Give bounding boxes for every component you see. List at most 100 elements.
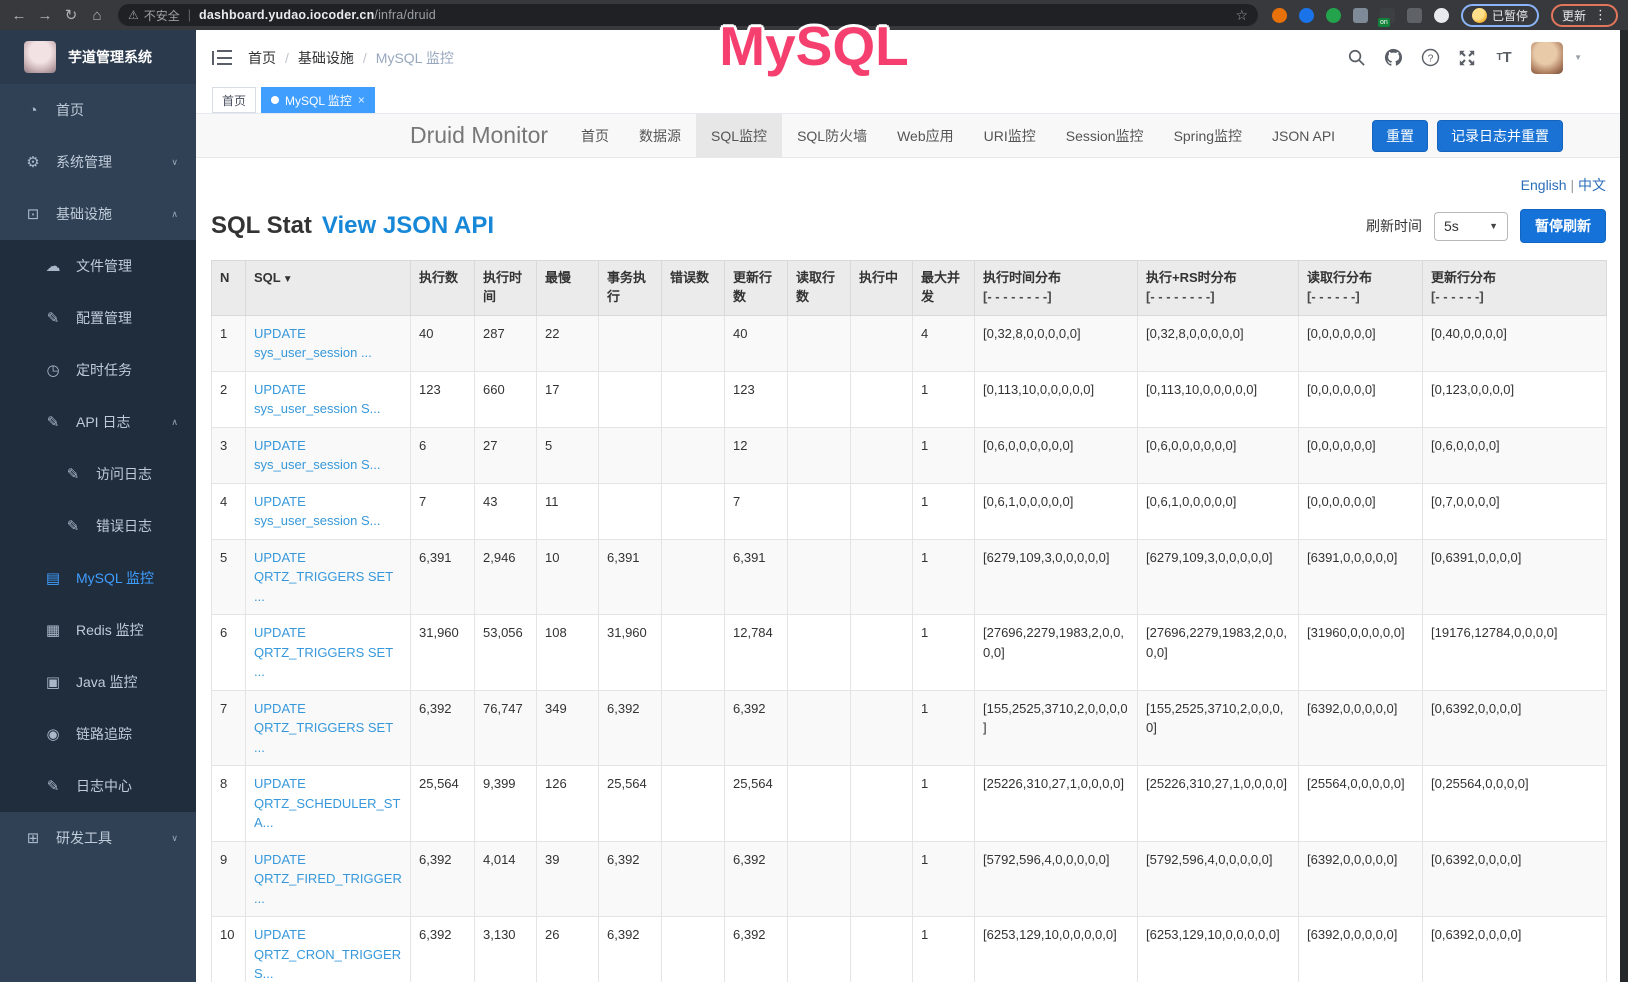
column-header-14[interactable]: 更新行分布[- - - - - -] — [1423, 261, 1607, 316]
sql-link[interactable]: UPDATE sys_user_session S... — [254, 382, 380, 417]
view-json-api-link[interactable]: View JSON API — [322, 212, 494, 240]
sidebar-item-11[interactable]: ▣Java 监控 — [0, 656, 196, 708]
cell: UPDATE QRTZ_FIRED_TRIGGER... — [246, 841, 411, 917]
help-icon[interactable]: ? — [1420, 48, 1440, 68]
column-header-3[interactable]: 执行时间 — [475, 261, 537, 316]
cell — [788, 917, 851, 982]
sidebar-item-10[interactable]: ▦Redis 监控 — [0, 604, 196, 656]
druid-nav-item-0[interactable]: 首页 — [566, 114, 624, 157]
column-header-0[interactable]: N — [212, 261, 246, 316]
column-header-8[interactable]: 读取行数 — [788, 261, 851, 316]
cell: 1 — [913, 427, 975, 483]
browser-home-icon[interactable]: ⌂ — [84, 7, 110, 24]
chrome-menu-icon[interactable]: ⋮ — [1594, 7, 1607, 23]
sql-link[interactable]: UPDATE QRTZ_SCHEDULER_STA... — [254, 776, 400, 830]
sql-link[interactable]: UPDATE QRTZ_CRON_TRIGGERS... — [254, 927, 401, 981]
sql-link[interactable]: UPDATE sys_user_session S... — [254, 494, 380, 529]
sidebar-item-4[interactable]: ✎配置管理 — [0, 292, 196, 344]
tab-1[interactable]: MySQL 监控× — [261, 87, 375, 113]
sidebar-item-7[interactable]: ✎访问日志 — [0, 448, 196, 500]
browser-back-icon[interactable]: ← — [6, 7, 32, 24]
column-header-13[interactable]: 读取行分布[- - - - - -] — [1299, 261, 1423, 316]
lang-english-link[interactable]: English — [1521, 177, 1567, 193]
druid-button-0[interactable]: 重置 — [1372, 120, 1428, 152]
druid-nav-item-1[interactable]: 数据源 — [624, 114, 696, 157]
pause-refresh-button[interactable]: 暂停刷新 — [1520, 209, 1606, 243]
column-header-5[interactable]: 事务执行 — [599, 261, 662, 316]
druid-nav-item-7[interactable]: Spring监控 — [1159, 114, 1257, 157]
cell: 1 — [913, 483, 975, 539]
browser-forward-icon[interactable]: → — [32, 7, 58, 24]
sidebar-item-9[interactable]: ▤MySQL 监控 — [0, 552, 196, 604]
druid-nav-item-2[interactable]: SQL监控 — [696, 114, 782, 157]
column-header-12[interactable]: 执行+RS时分布[- - - - - - - -] — [1138, 261, 1299, 316]
cell — [788, 371, 851, 427]
sql-link[interactable]: UPDATE QRTZ_TRIGGERS SET ... — [254, 625, 393, 679]
address-bar[interactable]: ⚠ 不安全 | dashboard.yudao.iocoder.cn/infra… — [118, 4, 1258, 26]
sidebar-item-5[interactable]: ◷定时任务 — [0, 344, 196, 396]
user-avatar[interactable] — [1531, 42, 1563, 74]
extension-pin-icon[interactable] — [1299, 8, 1314, 23]
sql-link[interactable]: UPDATE QRTZ_TRIGGERS SET ... — [254, 701, 393, 755]
search-icon[interactable] — [1346, 48, 1366, 68]
druid-nav-item-4[interactable]: Web应用 — [882, 114, 969, 157]
druid-nav-item-8[interactable]: JSON API — [1257, 114, 1350, 157]
sidebar-item-12[interactable]: ◉链路追踪 — [0, 708, 196, 760]
cell: 1 — [913, 539, 975, 615]
sidebar-item-1[interactable]: ⚙系统管理∨ — [0, 136, 196, 188]
druid-nav-item-3[interactable]: SQL防火墙 — [782, 114, 882, 157]
bookmark-star-icon[interactable]: ☆ — [1235, 7, 1248, 24]
lang-chinese-link[interactable]: 中文 — [1578, 177, 1606, 193]
github-icon[interactable] — [1383, 48, 1403, 68]
fullscreen-icon[interactable] — [1457, 48, 1477, 68]
column-header-6[interactable]: 错误数 — [662, 261, 725, 316]
druid-nav-item-6[interactable]: Session监控 — [1051, 114, 1159, 157]
sidebar-item-0[interactable]: ◔首页 — [0, 84, 196, 136]
refresh-interval-select[interactable]: 5s ▼ — [1434, 212, 1508, 241]
cell: 12 — [725, 427, 788, 483]
sidebar-item-13[interactable]: ✎日志中心 — [0, 760, 196, 812]
druid-button-1[interactable]: 记录日志并重置 — [1437, 120, 1563, 152]
tab-close-icon[interactable]: × — [358, 94, 365, 106]
sql-link[interactable]: UPDATE sys_user_session ... — [254, 326, 372, 361]
extension-leaf-icon[interactable] — [1407, 8, 1422, 23]
extension-squares-icon[interactable] — [1353, 8, 1368, 23]
druid-nav-item-5[interactable]: URI监控 — [969, 114, 1051, 157]
cell — [662, 690, 725, 766]
sql-link[interactable]: UPDATE QRTZ_FIRED_TRIGGER... — [254, 852, 402, 906]
druid-brand[interactable]: Druid Monitor — [410, 122, 566, 149]
cell: 4 — [913, 315, 975, 371]
breadcrumb-item[interactable]: 首页 — [248, 48, 276, 68]
extension-on-icon[interactable]: on — [1380, 8, 1395, 23]
column-label: 最大并发 — [921, 270, 960, 304]
sql-link[interactable]: UPDATE sys_user_session S... — [254, 438, 380, 473]
column-header-9[interactable]: 执行中 — [851, 261, 913, 316]
breadcrumb-item[interactable]: 基础设施 — [298, 48, 354, 68]
sidebar-item-14[interactable]: ⊞研发工具∨ — [0, 812, 196, 864]
cell — [788, 315, 851, 371]
column-header-2[interactable]: 执行数 — [411, 261, 475, 316]
font-size-icon[interactable]: TT — [1494, 48, 1514, 68]
column-header-1[interactable]: SQL▼ — [246, 261, 411, 316]
sidebar-item-8[interactable]: ✎错误日志 — [0, 500, 196, 552]
column-header-11[interactable]: 执行时间分布[- - - - - - - -] — [975, 261, 1138, 316]
extension-green-icon[interactable] — [1326, 8, 1341, 23]
browser-reload-icon[interactable]: ↻ — [58, 6, 84, 24]
page-scrollbar[interactable] — [1620, 30, 1628, 982]
sql-link[interactable]: UPDATE QRTZ_TRIGGERS SET ... — [254, 550, 393, 604]
column-header-4[interactable]: 最慢 — [537, 261, 599, 316]
sidebar-item-3[interactable]: ☁文件管理 — [0, 240, 196, 292]
cell: [6253,129,10,0,0,0,0,0] — [975, 917, 1138, 982]
profile-chip[interactable]: 已暂停 — [1461, 4, 1539, 27]
column-header-10[interactable]: 最大并发 — [913, 261, 975, 316]
tab-0[interactable]: 首页 — [212, 87, 256, 113]
chrome-update-chip[interactable]: 更新 ⋮ — [1551, 4, 1618, 27]
sidebar-logo[interactable]: 芋道管理系统 — [0, 30, 196, 84]
column-header-7[interactable]: 更新行数 — [725, 261, 788, 316]
extension-puzzle-icon[interactable] — [1434, 8, 1449, 23]
hamburger-icon[interactable] — [212, 50, 232, 66]
sidebar-item-2[interactable]: ⊡基础设施∧ — [0, 188, 196, 240]
extension-orange-icon[interactable] — [1272, 8, 1287, 23]
sidebar-item-6[interactable]: ✎API 日志∧ — [0, 396, 196, 448]
avatar-caret-icon[interactable]: ▼ — [1574, 53, 1582, 62]
